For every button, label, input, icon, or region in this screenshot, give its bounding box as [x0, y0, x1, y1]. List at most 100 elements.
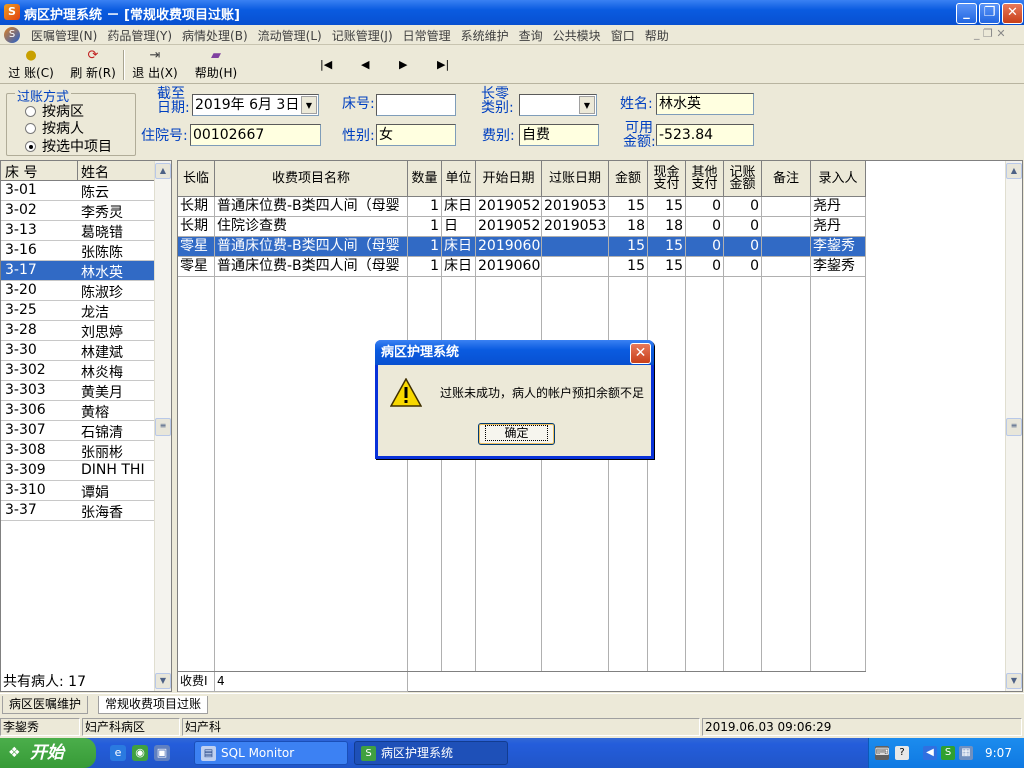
radio-by-patient[interactable]: 按病人: [25, 118, 84, 138]
patient-row[interactable]: 3-20 陈淑珍: [1, 281, 155, 301]
radio-by-selected[interactable]: 按选中项目: [25, 136, 112, 156]
chevron-down-icon[interactable]: ▼: [579, 96, 595, 114]
close-button[interactable]: ✕: [1002, 3, 1023, 24]
patient-row[interactable]: 3-303 黄美月: [1, 381, 155, 401]
nav-first-button[interactable]: |◀: [320, 58, 332, 71]
post-button[interactable]: ● 过 账(C): [6, 48, 56, 82]
col-amount-header[interactable]: 金额: [609, 161, 648, 197]
patient-row[interactable]: 3-25 龙洁: [1, 301, 155, 321]
start-button[interactable]: ❖ 开始: [0, 738, 96, 768]
col-cash-pay-header[interactable]: 现金 支付: [648, 161, 686, 197]
scroll-up-icon[interactable]: ▲: [155, 163, 171, 179]
task-sql-monitor[interactable]: ▤ SQL Monitor: [194, 741, 348, 765]
type-select[interactable]: ▼: [519, 94, 597, 116]
patient-row[interactable]: 3-01 陈云: [1, 181, 155, 201]
name-field[interactable]: 林水英: [656, 93, 754, 115]
help-icon[interactable]: ?: [895, 746, 909, 760]
available-amount-field[interactable]: -523.84: [656, 124, 754, 146]
col-long-temp-header[interactable]: 长临: [178, 161, 215, 197]
admission-number-field[interactable]: 00102667: [190, 124, 321, 146]
keyboard-icon[interactable]: ⌨: [875, 746, 889, 760]
scroll-down-icon[interactable]: ▼: [1006, 673, 1022, 689]
dialog-title[interactable]: 病区护理系统: [375, 340, 654, 365]
menu-item-query[interactable]: 查询: [514, 27, 548, 44]
mdi-controls[interactable]: _ ❐ ✕: [974, 27, 1006, 40]
patient-row[interactable]: 3-309 DINH THI: [1, 461, 155, 481]
dialog-close-button[interactable]: ✕: [630, 343, 651, 364]
menu-item-help[interactable]: 帮助: [640, 27, 674, 44]
col-unit-header[interactable]: 单位: [442, 161, 476, 197]
patient-row[interactable]: 3-306 黄榕: [1, 401, 155, 421]
col-item-name-header[interactable]: 收费项目名称: [215, 161, 408, 197]
clock[interactable]: 9:07: [985, 746, 1012, 760]
charge-row[interactable]: 零星普通床位费-B类四人间（母婴1床日20190602151500李鋆秀: [178, 257, 866, 277]
nav-last-button[interactable]: ▶|: [437, 58, 449, 71]
menu-item-system[interactable]: 系统维护: [456, 27, 514, 44]
charge-row[interactable]: 长期普通床位费-B类四人间（母婴1床日201905292019053115150…: [178, 197, 866, 217]
network-icon[interactable]: ▦: [959, 746, 973, 760]
menu-item-condition[interactable]: 病情处理(B): [177, 27, 253, 44]
col-other-pay-header[interactable]: 其他 支付: [686, 161, 724, 197]
media-icon[interactable]: ◉: [132, 745, 148, 761]
menu-item-orders[interactable]: 医嘱管理(N): [26, 27, 102, 44]
scroll-thumb[interactable]: ≡: [155, 418, 171, 436]
tab-charge-posting[interactable]: 常规收费项目过账: [98, 696, 209, 714]
menu-item-common[interactable]: 公共模块: [548, 27, 606, 44]
menu-item-daily[interactable]: 日常管理: [398, 27, 456, 44]
menu-item-drugs[interactable]: 药品管理(Y): [102, 27, 177, 44]
nav-prev-button[interactable]: ◀: [361, 58, 369, 71]
security-icon[interactable]: S: [941, 746, 955, 760]
patient-row[interactable]: 3-28 刘思婷: [1, 321, 155, 341]
col-name-header[interactable]: 姓名: [81, 162, 109, 182]
patient-name: 李秀灵: [81, 205, 123, 221]
patient-bed: 3-310: [5, 482, 46, 498]
col-account-amount-header[interactable]: 记账 金额: [724, 161, 762, 197]
title-bar[interactable]: S 病区护理系统 － [常规收费项目过账] _ ❐ ✕: [0, 0, 1024, 25]
patient-row[interactable]: 3-310 谭娟: [1, 481, 155, 501]
scroll-up-icon[interactable]: ▲: [1006, 163, 1022, 179]
task-ward-nursing[interactable]: S 病区护理系统: [354, 741, 508, 765]
col-bed-header[interactable]: 床 号: [5, 162, 37, 182]
menu-item-billing[interactable]: 记账管理(J): [327, 27, 398, 44]
scroll-down-icon[interactable]: ▼: [155, 673, 171, 689]
menu-item-flow[interactable]: 流动管理(L): [253, 27, 327, 44]
patient-row[interactable]: 3-302 林炎梅: [1, 361, 155, 381]
charges-table-scrollbar[interactable]: ▲ ≡ ▼: [1005, 161, 1022, 691]
fee-type-field[interactable]: 自费: [519, 124, 599, 146]
col-remark-header[interactable]: 备注: [762, 161, 811, 197]
charge-row[interactable]: 零星普通床位费-B类四人间（母婴1床日20190601151500李鋆秀: [178, 237, 866, 257]
ok-button[interactable]: 确定: [478, 423, 555, 445]
patient-row[interactable]: 3-308 张丽彬: [1, 441, 155, 461]
show-desktop-icon[interactable]: ▣: [154, 745, 170, 761]
help-button[interactable]: ▰ 帮助(H): [194, 48, 238, 82]
patient-row[interactable]: 3-13 葛晓错: [1, 221, 155, 241]
patient-row[interactable]: 3-02 李秀灵: [1, 201, 155, 221]
refresh-button[interactable]: ⟳ 刷 新(R): [68, 48, 118, 82]
chevron-down-icon[interactable]: ▼: [301, 96, 317, 114]
patient-row[interactable]: 3-30 林建斌: [1, 341, 155, 361]
mdi-child-icon[interactable]: S: [4, 27, 20, 43]
patient-row[interactable]: 3-16 张陈陈: [1, 241, 155, 261]
col-entered-by-header[interactable]: 录入人: [811, 161, 866, 197]
patient-row[interactable]: 3-307 石锦清: [1, 421, 155, 441]
tab-ward-orders[interactable]: 病区医嘱维护: [2, 696, 89, 714]
menu-item-window[interactable]: 窗口: [606, 27, 640, 44]
minimize-button[interactable]: _: [956, 3, 977, 24]
patient-list[interactable]: 床 号 姓名 3-01 陈云 3-02 李秀灵 3-13 葛晓错 3-16 张陈陈 3-17 林水…: [0, 160, 172, 692]
charge-row[interactable]: 长期住院诊查费1日2019052920190531181800尧丹: [178, 217, 866, 237]
gender-field[interactable]: 女: [376, 124, 456, 146]
tray-expand-icon[interactable]: ◀: [923, 746, 937, 760]
exit-button[interactable]: ⇥ 退 出(X): [130, 48, 180, 82]
patient-row[interactable]: 3-37 张海香: [1, 501, 155, 521]
patient-list-scrollbar[interactable]: ▲ ≡ ▼: [154, 161, 171, 691]
bed-input[interactable]: [376, 94, 456, 116]
patient-row[interactable]: 3-17 林水英: [1, 261, 155, 281]
scroll-thumb[interactable]: ≡: [1006, 418, 1022, 436]
col-start-date-header[interactable]: 开始日期: [476, 161, 542, 197]
col-post-date-header[interactable]: 过账日期: [542, 161, 609, 197]
ie-icon[interactable]: e: [110, 745, 126, 761]
col-qty-header[interactable]: 数量: [408, 161, 442, 197]
nav-next-button[interactable]: ▶: [399, 58, 407, 71]
cutoff-date-picker[interactable]: 2019年 6月 3日 ▼: [192, 94, 319, 116]
restore-button[interactable]: ❐: [979, 3, 1000, 24]
